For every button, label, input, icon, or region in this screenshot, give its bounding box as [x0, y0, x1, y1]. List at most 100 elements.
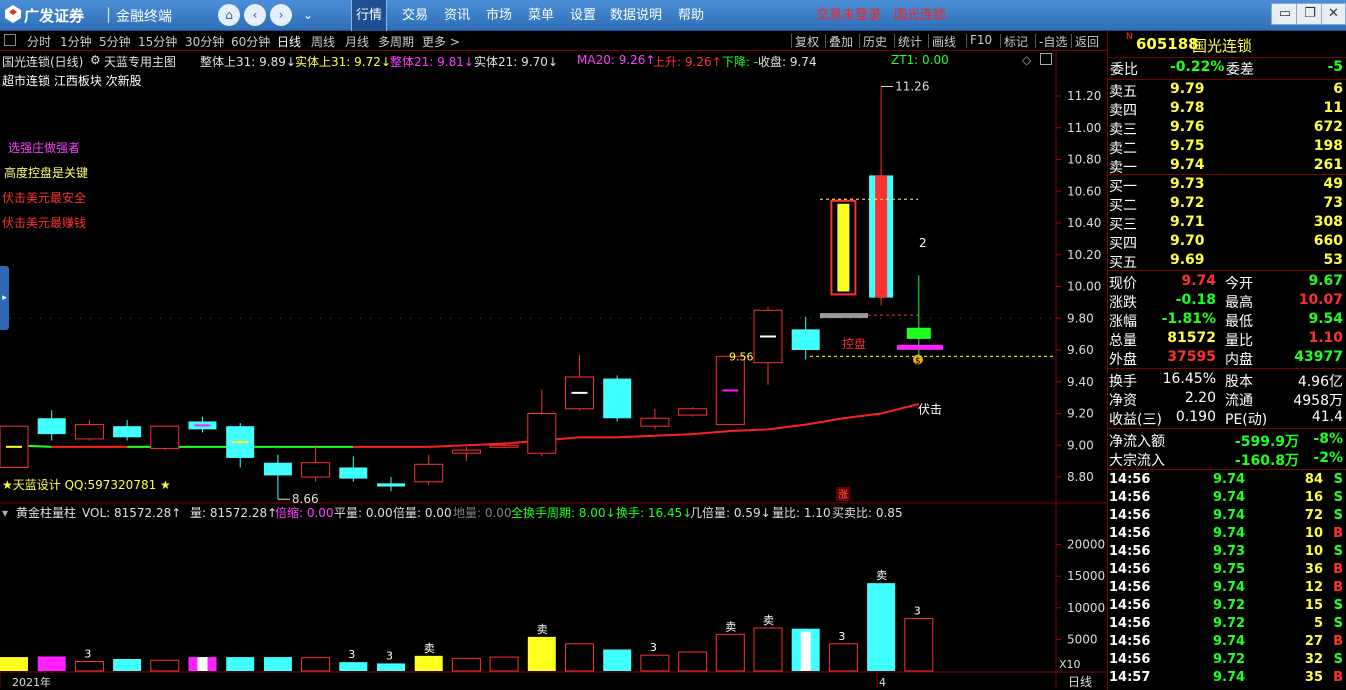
- period-tab-3[interactable]: 15分钟: [138, 33, 177, 50]
- tool-button-5[interactable]: F10: [970, 33, 992, 47]
- volume-bar[interactable]: [603, 649, 632, 671]
- ask-volume: 261: [1313, 157, 1343, 173]
- indicator-7: 收盘: 9.74: [758, 55, 817, 69]
- volume-bar[interactable]: [489, 656, 519, 672]
- volume-bar[interactable]: [37, 656, 66, 671]
- volume-bar[interactable]: [828, 643, 858, 672]
- toggle-square-icon[interactable]: [4, 34, 16, 46]
- tool-button-0[interactable]: 复权: [795, 33, 819, 50]
- fund-value: 41.4: [1311, 409, 1343, 425]
- tool-button-2[interactable]: 历史: [863, 33, 887, 50]
- period-tab-2[interactable]: 5分钟: [99, 33, 131, 50]
- period-tab-5[interactable]: 60分钟: [231, 33, 270, 50]
- formula-name[interactable]: 天蓝专用主图: [104, 53, 176, 70]
- menu-item-2[interactable]: 资讯: [442, 0, 472, 31]
- period-tab-10[interactable]: 更多 >: [422, 33, 460, 50]
- side-expand-tab[interactable]: ▸: [0, 266, 9, 330]
- period-tab-7[interactable]: 周线: [311, 33, 335, 50]
- menu-item-5[interactable]: 设置: [568, 0, 598, 31]
- period-tab-4[interactable]: 30分钟: [185, 33, 224, 50]
- volume-bar[interactable]: [150, 659, 180, 672]
- period-tab-1[interactable]: 1分钟: [60, 33, 92, 50]
- menu-item-3[interactable]: 市场: [484, 0, 514, 31]
- home-icon[interactable]: ⌂: [218, 4, 240, 26]
- ma-line-segment: [767, 423, 806, 431]
- volume-bar[interactable]: [188, 657, 217, 671]
- minimize-icon[interactable]: ▭: [1271, 3, 1299, 25]
- menu-item-4[interactable]: 菜单: [526, 0, 556, 31]
- volume-bar[interactable]: [678, 651, 708, 672]
- period-footer-label[interactable]: 日线: [1068, 675, 1092, 688]
- volume-bar[interactable]: [74, 661, 104, 672]
- volume-bar[interactable]: [753, 627, 783, 672]
- kline-chart-area[interactable]: 11.20 11.00 10.80 10.60 10.40 10.20 10.00 9.80 9…: [0, 51, 1107, 688]
- period-tab-6[interactable]: 日线: [277, 33, 301, 50]
- candle-marker: [232, 441, 249, 444]
- volume-bar-label: 3: [386, 649, 393, 662]
- indicator-1: 实体上31: 9.72↓: [295, 55, 391, 69]
- volume-bar[interactable]: [226, 657, 255, 671]
- kline-candle[interactable]: [414, 454, 444, 485]
- period-tab-8[interactable]: 月线: [345, 33, 369, 50]
- kline-candle[interactable]: [869, 86, 894, 306]
- tool-button-8[interactable]: 返回: [1075, 33, 1099, 50]
- tool-button-4[interactable]: 画线: [932, 33, 956, 50]
- kline-candle[interactable]: [113, 419, 142, 441]
- menu-item-6[interactable]: 数据说明: [610, 0, 662, 31]
- close-icon[interactable]: ✕: [1321, 3, 1346, 25]
- volume-bar[interactable]: [0, 657, 28, 671]
- restore-icon[interactable]: ❐: [1296, 3, 1324, 25]
- kline-candle[interactable]: [451, 446, 481, 462]
- kline-candle[interactable]: [640, 408, 670, 430]
- panel-square-icon[interactable]: [1040, 53, 1052, 65]
- collapse-icon[interactable]: ⌄: [297, 4, 319, 26]
- volume-bar[interactable]: [791, 628, 820, 671]
- volume-bar[interactable]: [451, 657, 481, 672]
- stat-label: 现价: [1109, 276, 1137, 292]
- kline-candle[interactable]: [753, 307, 783, 385]
- kline-candle[interactable]: [678, 407, 708, 417]
- volume-bar[interactable]: [263, 657, 292, 671]
- kline-candle[interactable]: [565, 354, 594, 411]
- forward-icon[interactable]: ›: [270, 4, 292, 26]
- volume-bar[interactable]: [715, 633, 745, 672]
- tool-button-1[interactable]: 叠加: [829, 33, 853, 50]
- volume-bar[interactable]: [527, 636, 556, 671]
- kline-candle[interactable]: [226, 423, 255, 468]
- formula-gear-icon[interactable]: ⚙: [90, 53, 101, 67]
- kline-candle[interactable]: [377, 477, 405, 492]
- indicator-4: MA20: 9.26↑: [577, 53, 656, 67]
- menu-item-1[interactable]: 交易: [400, 0, 430, 31]
- tool-button-6[interactable]: 标记: [1004, 33, 1028, 50]
- diamond-icon[interactable]: ◇: [1022, 53, 1031, 67]
- volume-bar[interactable]: [377, 663, 405, 671]
- kline-candle[interactable]: [339, 456, 368, 482]
- kline-candle[interactable]: [527, 389, 557, 457]
- tool-button-7[interactable]: -自选: [1039, 33, 1067, 50]
- stock-name-link[interactable]: 国光连锁: [894, 0, 946, 31]
- kline-candle[interactable]: [263, 454, 292, 500]
- volume-bar[interactable]: [301, 657, 331, 672]
- volume-bar[interactable]: [640, 654, 670, 672]
- kline-candle[interactable]: [791, 316, 820, 360]
- kline-candle[interactable]: [603, 375, 632, 422]
- volume-bar[interactable]: [339, 662, 368, 671]
- tool-button-3[interactable]: 统计: [898, 33, 922, 50]
- volume-bar[interactable]: [904, 618, 934, 672]
- back-icon[interactable]: ‹: [244, 4, 266, 26]
- menu-item-0[interactable]: 行情: [351, 0, 387, 31]
- menu-item-7[interactable]: 帮助: [676, 0, 706, 31]
- volume-bar[interactable]: [113, 658, 142, 671]
- kline-candle[interactable]: [74, 419, 104, 441]
- volume-bar[interactable]: [565, 643, 594, 672]
- period-tab-9[interactable]: 多周期: [378, 33, 414, 50]
- period-tab-0[interactable]: 分时: [27, 33, 51, 50]
- volume-bar[interactable]: [414, 655, 443, 671]
- kline-candle[interactable]: [150, 425, 180, 451]
- kline-chart[interactable]: 11.20 11.00 10.80 10.60 10.40 10.20 10.00 9.80 9…: [0, 51, 1107, 688]
- trade-login-status[interactable]: 交易未登录: [816, 0, 881, 31]
- kline-candle[interactable]: [37, 410, 66, 441]
- kline-candle[interactable]: [830, 199, 857, 296]
- volume-bar[interactable]: [867, 583, 896, 671]
- kline-candle[interactable]: [301, 445, 331, 482]
